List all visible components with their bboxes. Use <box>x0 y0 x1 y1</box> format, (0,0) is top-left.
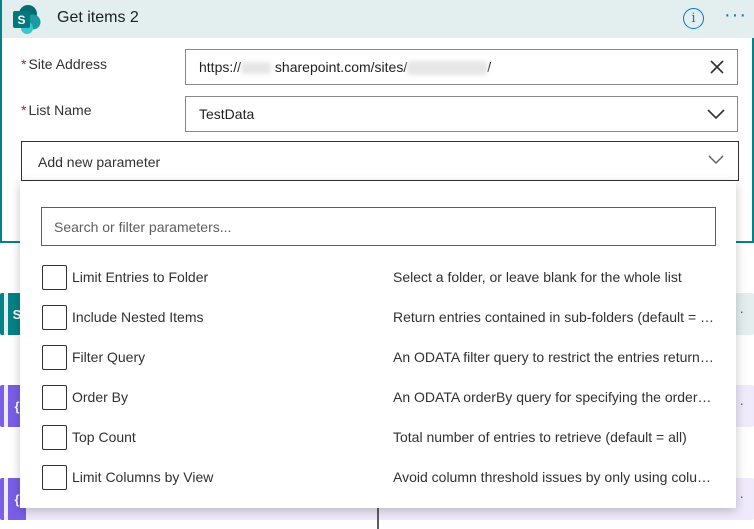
more-options-icon[interactable]: ··· <box>724 4 747 27</box>
checkbox[interactable] <box>42 465 67 490</box>
site-address-value: https:// sharepoint.com/sites// <box>199 59 492 76</box>
chevron-down-icon <box>708 155 724 164</box>
checkbox[interactable] <box>42 305 67 330</box>
add-new-parameter-dropdown[interactable]: Add new parameter <box>21 141 739 181</box>
parameter-dropdown-panel: Limit Entries to Folder Select a folder,… <box>20 181 736 508</box>
redacted-tenant <box>241 62 272 75</box>
site-address-label: * Site Address <box>21 56 108 72</box>
parameter-option-description: An ODATA filter query to restrict the en… <box>393 349 715 365</box>
more-options-icon[interactable]: · <box>739 303 744 319</box>
list-name-value: TestData <box>199 106 255 122</box>
sharepoint-logo-icon: S <box>13 5 41 34</box>
checkbox[interactable] <box>42 345 67 370</box>
more-options-icon[interactable]: · <box>739 488 744 504</box>
checkbox[interactable] <box>42 385 67 410</box>
svg-text:S: S <box>17 13 25 27</box>
list-name-label: * List Name <box>21 102 92 118</box>
parameter-option-label: Filter Query <box>72 349 146 365</box>
action-card-header[interactable]: S Get items 2 i ··· <box>2 0 754 38</box>
parameter-option-label: Top Count <box>72 429 136 445</box>
parameter-search-input[interactable] <box>52 208 702 245</box>
parameter-option[interactable]: Limit Columns by View Avoid column thres… <box>41 463 716 493</box>
checkbox[interactable] <box>42 425 67 450</box>
parameter-option-description: Return entries contained in sub-folders … <box>393 309 715 325</box>
redacted-site-name <box>407 61 488 76</box>
chevron-down-icon <box>707 109 725 120</box>
parameter-option-label: Limit Entries to Folder <box>72 269 209 285</box>
parameter-option[interactable]: Filter Query An ODATA filter query to re… <box>41 343 716 373</box>
parameter-option[interactable]: Limit Entries to Folder Select a folder,… <box>41 263 716 293</box>
parameter-option-description: An ODATA orderBy query for specifying th… <box>393 389 715 405</box>
info-icon[interactable]: i <box>683 8 704 29</box>
checkbox[interactable] <box>42 265 67 290</box>
more-options-icon[interactable]: · <box>739 395 744 411</box>
parameter-option-label: Include Nested Items <box>72 309 204 325</box>
parameter-option[interactable]: Top Count Total number of entries to ret… <box>41 423 716 453</box>
parameter-option-description: Select a folder, or leave blank for the … <box>393 269 682 285</box>
add-new-parameter-label: Add new parameter <box>38 154 161 170</box>
parameter-option-description: Total number of entries to retrieve (def… <box>393 429 687 445</box>
parameter-option-label: Order By <box>72 389 129 405</box>
clear-icon[interactable] <box>709 59 725 75</box>
parameter-option-label: Limit Columns by View <box>72 469 214 485</box>
site-address-input[interactable]: https:// sharepoint.com/sites// <box>185 49 738 85</box>
action-title[interactable]: Get items 2 <box>57 9 139 27</box>
list-name-dropdown[interactable]: TestData <box>185 96 738 132</box>
parameter-option[interactable]: Order By An ODATA orderBy query for spec… <box>41 383 716 413</box>
parameter-option-description: Avoid column threshold issues by only us… <box>393 469 715 485</box>
parameter-option[interactable]: Include Nested Items Return entries cont… <box>41 303 716 333</box>
parameter-search-box[interactable] <box>41 207 716 246</box>
